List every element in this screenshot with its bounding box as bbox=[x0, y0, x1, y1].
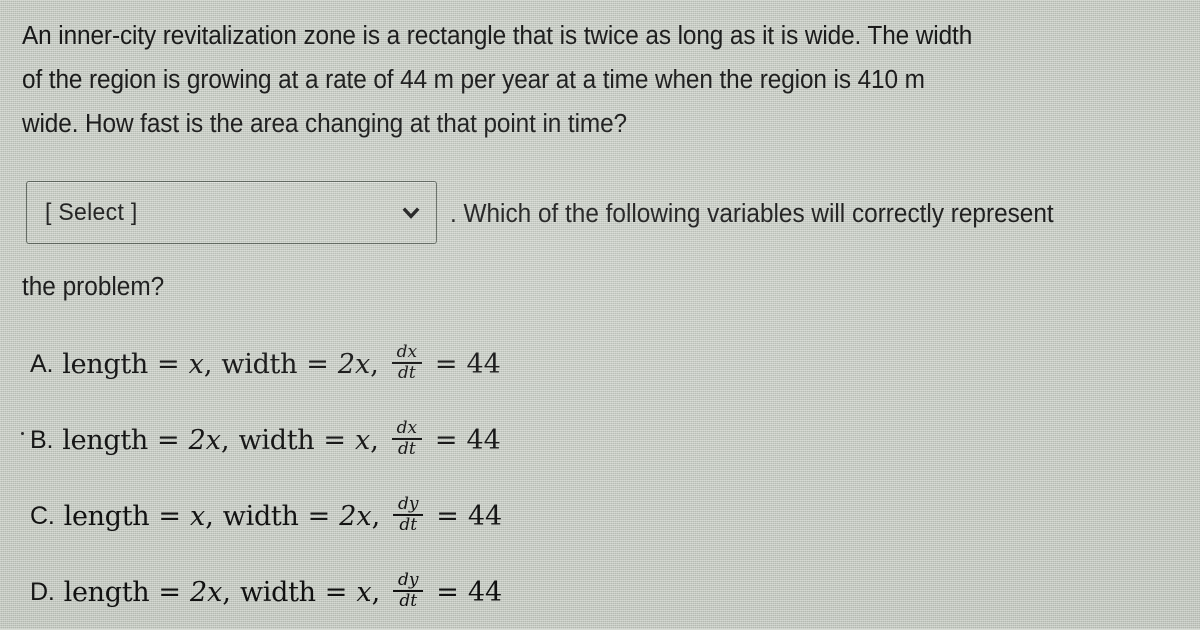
fraction-numerator: dy bbox=[397, 493, 419, 514]
derivative-fraction: dx dt bbox=[391, 341, 422, 383]
fraction-numerator: dx bbox=[396, 341, 418, 362]
length-label: length bbox=[62, 424, 148, 456]
question-prompt-line-1: An inner-city revitalization zone is a r… bbox=[22, 22, 973, 50]
fraction-numerator: dx bbox=[396, 417, 418, 438]
equals-sign: = bbox=[156, 424, 180, 456]
option-expression: length = 2x , width = x , dx dt = 44 bbox=[55, 417, 501, 459]
derivative-fraction: dy dt bbox=[393, 493, 424, 535]
fraction-denominator: dt bbox=[397, 362, 416, 383]
answer-option-d[interactable]: D. length = 2x , width = x , dy dt = 44 bbox=[0, 554, 1200, 630]
length-value: x bbox=[189, 500, 206, 532]
equals-sign: = bbox=[434, 348, 458, 380]
equals-sign: = bbox=[324, 576, 348, 608]
width-label: width bbox=[221, 348, 298, 380]
length-label: length bbox=[62, 348, 148, 380]
comma-separator: , bbox=[222, 576, 231, 608]
comma-separator: , bbox=[203, 348, 213, 380]
width-label: width bbox=[238, 424, 315, 456]
comma-separator: , bbox=[221, 424, 230, 456]
option-letter: A. bbox=[30, 349, 54, 378]
question-prompt-line-3: wide. How fast is the area changing at t… bbox=[22, 110, 627, 138]
width-label: width bbox=[222, 500, 299, 532]
comma-separator: , bbox=[371, 576, 381, 608]
comma-separator: , bbox=[370, 424, 379, 456]
fraction-denominator: dt bbox=[399, 514, 418, 535]
option-expression: length = 2x , width = x , dy dt = 44 bbox=[57, 569, 503, 611]
length-value: 2x bbox=[188, 424, 221, 456]
derivative-fraction: dx dt bbox=[391, 417, 422, 459]
length-value: x bbox=[188, 348, 204, 380]
equals-sign: = bbox=[156, 348, 180, 380]
answer-options-list: A. length = x , width = 2x , dx dt = 44 bbox=[0, 326, 1200, 630]
equals-sign: = bbox=[434, 424, 458, 456]
chevron-down-icon[interactable] bbox=[402, 206, 420, 219]
width-value: 2x bbox=[337, 348, 371, 380]
select-dropdown-value: [ Select ] bbox=[45, 198, 138, 226]
fraction-numerator: dy bbox=[397, 569, 419, 590]
fraction-denominator: dt bbox=[399, 590, 418, 611]
question-prompt-line-2: of the region is growing at a rate of 44… bbox=[22, 66, 925, 94]
option-expression: length = x , width = 2x , dx dt = 44 bbox=[55, 341, 501, 383]
rate-value: 44 bbox=[467, 500, 503, 532]
equals-sign: = bbox=[306, 348, 329, 380]
select-row: [ Select ] . Which of the following vari… bbox=[22, 178, 1192, 248]
width-label: width bbox=[239, 576, 316, 608]
option-letter: D. bbox=[30, 577, 55, 606]
question-tail-last-line: the problem? bbox=[22, 273, 165, 301]
equals-sign: = bbox=[307, 500, 331, 532]
answer-option-c[interactable]: C. length = x , width = 2x , dy dt = 44 bbox=[0, 478, 1200, 554]
equals-sign: = bbox=[436, 576, 459, 608]
equals-sign: = bbox=[158, 500, 181, 532]
comma-separator: , bbox=[205, 500, 214, 532]
rate-value: 44 bbox=[466, 424, 501, 456]
comma-separator: , bbox=[371, 500, 381, 532]
length-label: length bbox=[63, 500, 150, 532]
derivative-fraction: dy dt bbox=[393, 569, 424, 611]
answer-option-a[interactable]: A. length = x , width = 2x , dx dt = 44 bbox=[0, 326, 1200, 402]
question-prompt: An inner-city revitalization zone is a r… bbox=[22, 14, 1137, 146]
length-label: length bbox=[63, 576, 150, 608]
comma-separator: , bbox=[370, 348, 379, 380]
question-tail-text: . Which of the following variables will … bbox=[450, 200, 1054, 228]
length-value: 2x bbox=[189, 576, 223, 608]
width-value: x bbox=[356, 576, 372, 608]
answer-option-b[interactable]: B. length = 2x , width = x , dx dt = 44 bbox=[0, 402, 1200, 478]
fraction-denominator: dt bbox=[397, 438, 416, 459]
select-dropdown[interactable]: [ Select ] bbox=[26, 181, 437, 244]
equals-sign: = bbox=[323, 424, 346, 456]
width-value: x bbox=[355, 424, 371, 456]
option-letter: C. bbox=[30, 501, 55, 530]
question-page: An inner-city revitalization zone is a r… bbox=[0, 0, 1200, 629]
rate-value: 44 bbox=[466, 348, 501, 380]
width-value: 2x bbox=[339, 500, 372, 532]
equals-sign: = bbox=[158, 576, 181, 608]
option-letter: B. bbox=[30, 425, 54, 454]
option-expression: length = x , width = 2x , dy dt = 44 bbox=[57, 493, 503, 535]
equals-sign: = bbox=[436, 500, 459, 532]
rate-value: 44 bbox=[467, 576, 503, 608]
option-marker-dot bbox=[21, 432, 24, 435]
